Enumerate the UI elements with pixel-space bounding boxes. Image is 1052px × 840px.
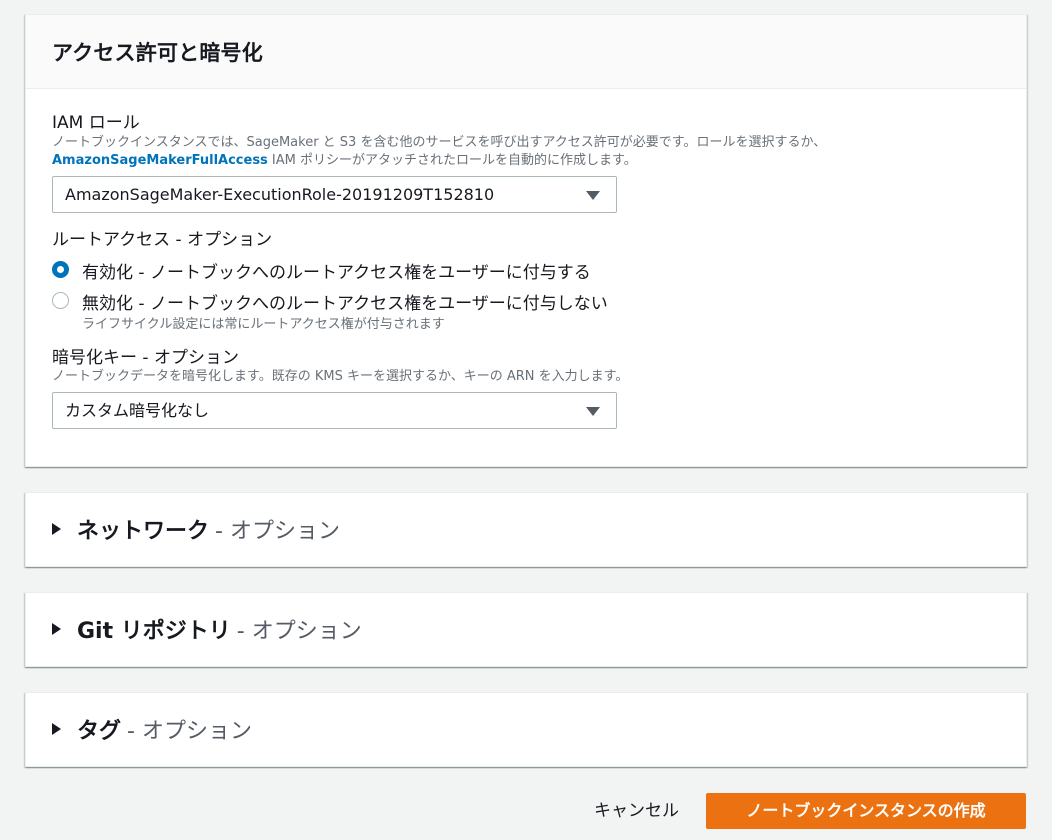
git-section-suffix: - オプション: [236, 619, 362, 644]
caret-right-icon: [52, 623, 61, 635]
tags-section[interactable]: タグ - オプション: [25, 692, 1027, 767]
encryption-key-description: ノートブックデータを暗号化します。既存の KMS キーを選択するか、キーの AR…: [52, 369, 629, 384]
network-section-suffix: - オプション: [215, 519, 340, 544]
caret-right-icon: [52, 523, 61, 535]
iam-role-description-rest: IAM ポリシーがアタッチされたロールを自動的に作成します。: [267, 153, 637, 168]
tags-section-suffix: - オプション: [127, 719, 252, 744]
encryption-key-selected-value: カスタム暗号化なし: [65, 401, 210, 420]
caret-right-icon: [52, 723, 61, 735]
iam-role-selected-value: AmazonSageMaker-ExecutionRole-20191209T1…: [65, 185, 495, 204]
radio-enable[interactable]: [52, 261, 69, 278]
git-section-header[interactable]: Git リポジトリ - オプション: [52, 613, 362, 645]
iam-role-description-line2: AmazonSageMakerFullAccess IAM ポリシーがアタッチさ…: [52, 152, 637, 170]
encryption-key-label: 暗号化キー - オプション: [52, 348, 239, 368]
iam-role-select[interactable]: AmazonSageMaker-ExecutionRole-20191209T1…: [52, 176, 617, 213]
panel-header: アクセス許可と暗号化: [26, 15, 1026, 89]
chevron-down-icon: [586, 407, 600, 416]
git-section-title: Git リポジトリ: [77, 619, 231, 644]
git-repository-section[interactable]: Git リポジトリ - オプション: [25, 592, 1027, 667]
access-encryption-panel: アクセス許可と暗号化 IAM ロール ノートブックインスタンスでは、SageMa…: [25, 14, 1027, 467]
network-section-title: ネットワーク: [77, 519, 210, 544]
network-section-header[interactable]: ネットワーク - オプション: [52, 513, 340, 545]
radio-enable-label: 有効化 - ノートブックへのルートアクセス権をユーザーに付与する: [82, 263, 591, 283]
tags-section-header[interactable]: タグ - オプション: [52, 713, 252, 745]
network-section[interactable]: ネットワーク - オプション: [25, 492, 1027, 567]
panel-body: IAM ロール ノートブックインスタンスでは、SageMaker と S3 を含…: [26, 89, 1026, 467]
radio-disable[interactable]: [52, 292, 69, 309]
root-access-label: ルートアクセス - オプション: [52, 230, 273, 250]
panel-title: アクセス許可と暗号化: [52, 41, 263, 65]
chevron-down-icon: [586, 191, 600, 200]
full-access-policy-link[interactable]: AmazonSageMakerFullAccess: [52, 153, 268, 168]
cancel-button[interactable]: キャンセル: [584, 795, 689, 827]
radio-disable-label: 無効化 - ノートブックへのルートアクセス権をユーザーに付与しない: [82, 294, 608, 314]
tags-section-title: タグ: [77, 719, 122, 744]
encryption-key-select[interactable]: カスタム暗号化なし: [52, 392, 617, 429]
iam-role-label: IAM ロール: [52, 113, 140, 133]
create-notebook-instance-button[interactable]: ノートブックインスタンスの作成: [706, 793, 1026, 829]
root-access-disable-hint: ライフサイクル設定には常にルートアクセス権が付与されます: [82, 317, 445, 332]
iam-role-description-line1: ノートブックインスタンスでは、SageMaker と S3 を含む他のサービスを…: [52, 135, 827, 150]
